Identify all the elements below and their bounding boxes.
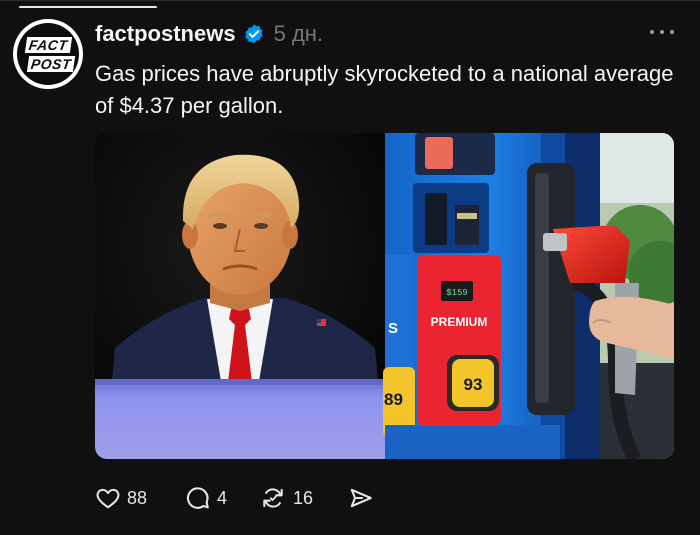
repost-count: 16 <box>293 487 314 508</box>
more-dot-icon <box>670 30 674 34</box>
post-text: Gas prices have abruptly skyrocketed to … <box>95 61 674 118</box>
avatar[interactable]: FACT POST <box>13 19 83 89</box>
avatar-logo-line1: FACT <box>24 36 72 53</box>
more-dot-icon <box>650 30 654 34</box>
reply-button[interactable]: 4 <box>185 485 227 511</box>
heart-icon <box>96 488 120 509</box>
avatar-logo: FACT POST <box>17 23 79 85</box>
author-name[interactable]: factpostnews <box>95 21 236 47</box>
comment-icon <box>187 487 209 509</box>
like-button[interactable]: 88 <box>95 485 147 511</box>
post: FACT POST factpostnews 5 дн. Gas prices … <box>0 0 700 535</box>
more-options-button[interactable] <box>647 24 677 40</box>
pump-grade-left-label: S <box>388 320 398 337</box>
pump-grade-label: PREMIUM <box>431 315 488 329</box>
post-image[interactable]: $159 PREMIUM S 89 93 <box>95 133 674 459</box>
post-image-graphic: $159 PREMIUM S 89 93 <box>95 133 674 459</box>
send-icon <box>350 488 372 508</box>
post-actions: 88 4 16 <box>95 482 375 514</box>
reply-count: 4 <box>217 487 228 508</box>
verified-badge-icon <box>244 24 263 44</box>
share-button[interactable] <box>347 485 375 511</box>
portrait-photo <box>95 133 385 459</box>
post-timestamp: 5 дн. <box>273 21 324 46</box>
octane-right-label: 93 <box>464 375 483 394</box>
pump-price-display: $159 <box>446 288 468 298</box>
gas-pump-photo: $159 PREMIUM S 89 93 <box>383 133 674 459</box>
post-header: factpostnews 5 дн. <box>95 19 323 49</box>
like-count: 88 <box>127 487 148 508</box>
repost-button[interactable]: 16 <box>259 485 313 511</box>
avatar-logo-line2: POST <box>26 55 76 72</box>
more-dot-icon <box>660 30 664 34</box>
octane-left-label: 89 <box>384 390 403 409</box>
repost-icon <box>263 488 283 508</box>
